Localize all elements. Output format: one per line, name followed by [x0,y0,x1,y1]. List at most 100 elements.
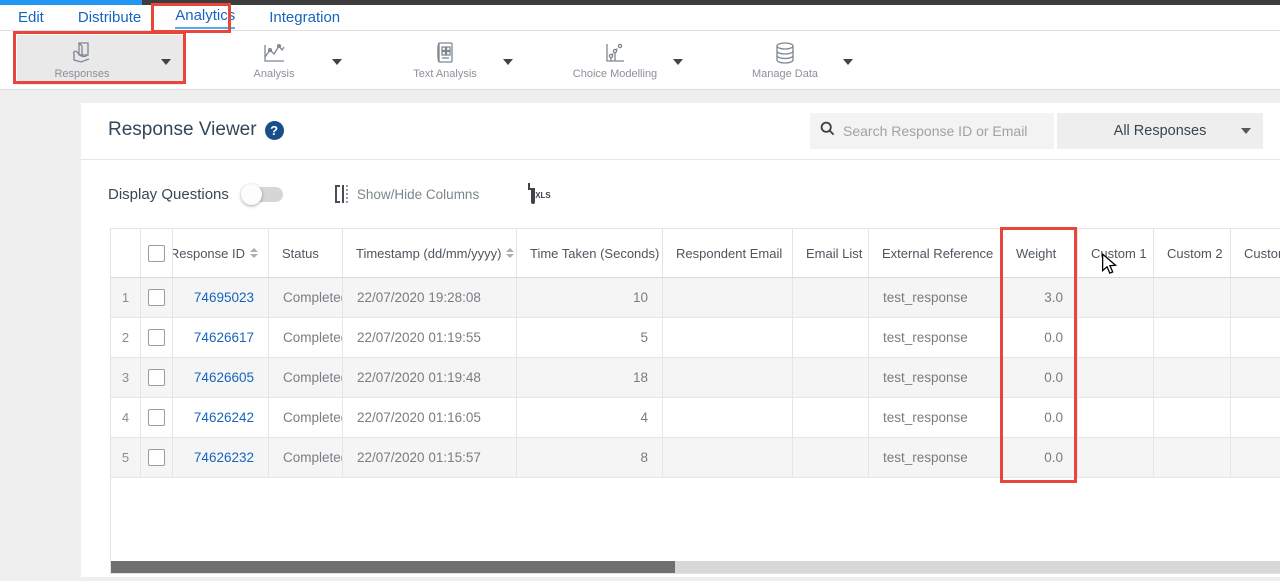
col-header-custom1: Custom 1 [1078,229,1154,277]
select-all-checkbox[interactable] [148,245,165,262]
email-list-cell [793,398,869,437]
sort-icon[interactable] [250,248,258,258]
timestamp-cell: 22/07/2020 19:28:08 [343,278,517,317]
weight-cell: 0.0 [1003,398,1078,437]
response-id-cell: 74695023 [173,278,269,317]
custom1-cell [1078,438,1154,477]
time-taken-cell: 18 [517,358,663,397]
nav-item-distribute[interactable]: Distribute [78,8,141,28]
sort-icon[interactable] [506,248,514,258]
toolbar-item-analysis[interactable]: Analysis [194,35,354,85]
chevron-down-icon[interactable] [161,59,171,65]
analytics-toolbar: Responses Analysis [0,31,1280,90]
row-checkbox[interactable] [148,369,165,386]
col-header-weight: Weight [1003,229,1078,277]
responses-filter-dropdown[interactable]: All Responses [1057,113,1263,149]
toolbar-label: Choice Modelling [573,68,657,80]
show-hide-columns-label: Show/Hide Columns [357,187,479,202]
search-icon [820,121,835,141]
custom3-cell [1231,278,1280,317]
toolbar-label: Responses [54,68,109,80]
table-row: 5 74626232 Completed 22/07/2020 01:15:57… [111,438,1280,478]
col-header-respondent-email: Respondent Email [663,229,793,277]
respondent-email-cell [663,318,793,357]
row-number: 2 [111,318,141,357]
custom3-cell [1231,358,1280,397]
nav-item-integration[interactable]: Integration [269,8,340,28]
table-controls: Display Questions Show/Hide Columns XLS [108,177,535,211]
custom3-cell [1231,318,1280,357]
response-id-link[interactable]: 74626605 [194,370,254,385]
row-checkbox[interactable] [148,289,165,306]
horizontal-scrollbar[interactable] [111,561,1280,573]
toolbar-label: Analysis [254,68,295,80]
help-icon[interactable]: ? [265,121,284,140]
nav-item-edit[interactable]: Edit [18,8,44,28]
response-id-link[interactable]: 74695023 [194,290,254,305]
respondent-email-cell [663,358,793,397]
response-viewer-card: Response Viewer ? All Responses Display … [81,103,1280,577]
search-input[interactable] [843,123,1033,139]
status-cell: Completed [269,358,343,397]
export-xls-button[interactable]: XLS [531,185,535,203]
external-reference-cell: test_response [869,318,1003,357]
email-list-cell [793,358,869,397]
response-id-cell: 74626242 [173,398,269,437]
email-list-cell [793,438,869,477]
weight-cell: 0.0 [1003,318,1078,357]
custom3-cell [1231,438,1280,477]
col-header-external-reference: External Reference [869,229,1003,277]
response-id-cell: 74626617 [173,318,269,357]
custom1-cell [1078,398,1154,437]
custom1-cell [1078,278,1154,317]
col-header-email-list: Email List [793,229,869,277]
col-header-timestamp[interactable]: Timestamp (dd/mm/yyyy) [343,229,517,277]
response-id-link[interactable]: 74626232 [194,450,254,465]
toolbar-item-choice-modelling[interactable]: Choice Modelling [535,35,695,85]
table-row: 1 74695023 Completed 22/07/2020 19:28:08… [111,278,1280,318]
row-number: 4 [111,398,141,437]
toolbar-item-manage-data[interactable]: Manage Data [705,35,865,85]
col-header-custom2: Custom 2 [1154,229,1231,277]
chevron-down-icon[interactable] [332,59,342,65]
toolbar-label: Manage Data [752,68,818,80]
responses-table: Response ID Status Timestamp (dd/mm/yyyy… [110,228,1280,574]
response-id-link[interactable]: 74626242 [194,410,254,425]
custom3-cell [1231,398,1280,437]
response-id-link[interactable]: 74626617 [194,330,254,345]
external-reference-cell: test_response [869,398,1003,437]
time-taken-cell: 4 [517,398,663,437]
page-title: Response Viewer ? [108,119,284,141]
external-reference-cell: test_response [869,438,1003,477]
display-questions-toggle[interactable] [243,187,283,202]
table-row: 4 74626242 Completed 22/07/2020 01:16:05… [111,398,1280,438]
chevron-down-icon[interactable] [673,59,683,65]
row-checkbox[interactable] [148,409,165,426]
custom2-cell [1154,438,1231,477]
table-row: 2 74626617 Completed 22/07/2020 01:19:55… [111,318,1280,358]
email-list-cell [793,318,869,357]
timestamp-cell: 22/07/2020 01:19:55 [343,318,517,357]
time-taken-cell: 10 [517,278,663,317]
col-header-time-taken[interactable]: Time Taken (Seconds) [517,229,663,277]
row-checkbox[interactable] [148,449,165,466]
scrollbar-thumb[interactable] [111,561,675,573]
table-body: 1 74695023 Completed 22/07/2020 19:28:08… [111,278,1280,478]
row-number: 5 [111,438,141,477]
chevron-down-icon[interactable] [503,59,513,65]
custom2-cell [1154,398,1231,437]
custom2-cell [1154,358,1231,397]
toolbar-item-responses[interactable]: Responses [17,35,183,85]
toolbar-item-text-analysis[interactable]: Text Analysis [365,35,525,85]
row-checkbox[interactable] [148,329,165,346]
chevron-down-icon[interactable] [843,59,853,65]
filter-value: All Responses [1114,123,1207,139]
weight-cell: 0.0 [1003,438,1078,477]
time-taken-cell: 8 [517,438,663,477]
show-hide-columns-button[interactable]: Show/Hide Columns [335,185,479,203]
xls-icon: XLS [531,183,535,204]
toggle-knob[interactable] [241,184,262,205]
col-header-custom3: Custom 3 [1231,229,1280,277]
nav-item-analytics[interactable]: Analytics [175,6,235,29]
col-header-response-id[interactable]: Response ID [173,229,269,277]
